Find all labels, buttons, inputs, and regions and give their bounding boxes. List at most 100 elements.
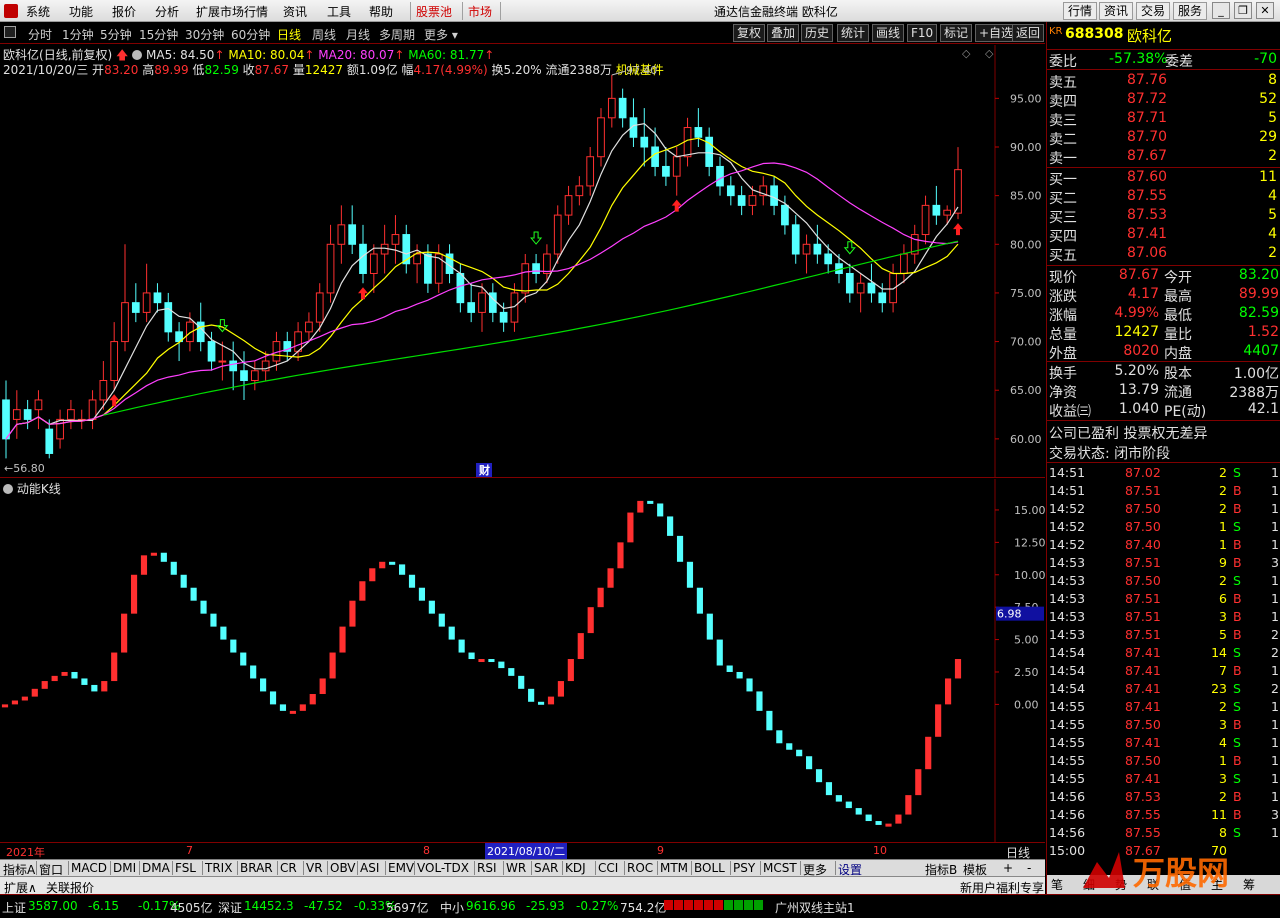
- overlay-button[interactable]: 叠加: [767, 24, 800, 42]
- quote-tab-2[interactable]: 势: [1115, 876, 1127, 893]
- indicator-tab-wr[interactable]: WR: [506, 861, 526, 875]
- trade-button[interactable]: 交易: [1136, 2, 1171, 20]
- indicator-tab-boll[interactable]: BOLL: [694, 861, 725, 875]
- menu-info[interactable]: 资讯: [283, 3, 307, 20]
- ask-level[interactable]: 卖一 87.67 2: [1047, 147, 1280, 167]
- market-button[interactable]: 行情: [1063, 2, 1098, 20]
- index-name: 上证: [2, 901, 27, 915]
- bid-level[interactable]: 买二 87.55 4: [1047, 187, 1280, 207]
- close-icon[interactable]: ✕: [1256, 2, 1274, 19]
- indicator-tab-right-2[interactable]: +: [1003, 861, 1013, 875]
- index-value: 9616.96: [466, 899, 516, 913]
- quote-tab-5[interactable]: 主: [1211, 876, 1223, 893]
- indicator-tab-obv[interactable]: OBV: [330, 861, 356, 875]
- bid-level[interactable]: 买三 87.53 5: [1047, 206, 1280, 226]
- menu-market[interactable]: 市场: [468, 3, 492, 20]
- momentum-bar: [667, 516, 674, 536]
- period-1min[interactable]: 1分钟: [62, 26, 94, 43]
- main-kline-chart[interactable]: 欧科亿(日线,前复权) 🡅 MA5: 84.50↑ MA10: 80.04↑ M…: [0, 45, 1045, 478]
- level-label: 买四: [1049, 229, 1077, 245]
- period-30min[interactable]: 30分钟: [185, 26, 224, 43]
- minimize-icon[interactable]: _: [1212, 2, 1230, 19]
- tick-side: S: [1233, 699, 1241, 714]
- period-multi[interactable]: 多周期: [379, 26, 415, 43]
- period-weekly[interactable]: 周线: [312, 26, 336, 43]
- menu-quote[interactable]: 报价: [112, 3, 136, 20]
- stat-label: 涨幅: [1049, 308, 1077, 324]
- mark-button[interactable]: 标记: [940, 24, 973, 42]
- quote-tab-0[interactable]: 笔: [1051, 876, 1063, 893]
- tick-side: B: [1233, 663, 1242, 678]
- back-button[interactable]: 返回: [1012, 24, 1045, 42]
- ask-level[interactable]: 卖五 87.76 8: [1047, 71, 1280, 91]
- bid-level[interactable]: 买五 87.06 2: [1047, 244, 1280, 264]
- period-daily[interactable]: 日线: [277, 26, 301, 43]
- service-button[interactable]: 服务: [1173, 2, 1208, 20]
- indicator-tab-asi[interactable]: ASI: [360, 861, 379, 875]
- index-amount: 754.2亿: [620, 901, 667, 915]
- indicator-tab-vr[interactable]: VR: [306, 861, 323, 875]
- bid-level[interactable]: 买一 87.60 11: [1047, 168, 1280, 188]
- quote-tab-3[interactable]: 联: [1147, 876, 1159, 893]
- history-button[interactable]: 历史: [801, 24, 834, 42]
- quote-tab-6[interactable]: 筹: [1243, 876, 1255, 893]
- indicator-tab-kdj[interactable]: KDJ: [565, 861, 586, 875]
- add-watchlist-button[interactable]: +自选: [975, 24, 1018, 42]
- period-15min[interactable]: 15分钟: [139, 26, 178, 43]
- indicator-tab-macd[interactable]: MACD: [71, 861, 107, 875]
- indicator-tab-cr[interactable]: CR: [280, 861, 297, 875]
- period-monthly[interactable]: 月线: [346, 26, 370, 43]
- momentum-kline-panel[interactable]: 动能K线 0.002.505.007.5010.0012.5015.006.98: [0, 479, 1045, 842]
- menu-function[interactable]: 功能: [69, 3, 93, 20]
- adjust-button[interactable]: 复权: [733, 24, 766, 42]
- indicator-tab-mcst[interactable]: MCST: [763, 861, 797, 875]
- news-button[interactable]: 资讯: [1099, 2, 1134, 20]
- quote-tab-1[interactable]: 细: [1083, 876, 1095, 893]
- tick-side: B: [1233, 483, 1242, 498]
- ask-level[interactable]: 卖三 87.71 5: [1047, 109, 1280, 129]
- indicator-tab-roc[interactable]: ROC: [627, 861, 653, 875]
- menu-ext-market[interactable]: 扩展市场行情: [196, 3, 268, 20]
- indicator-tab-dma[interactable]: DMA: [142, 861, 170, 875]
- finance-event-icon[interactable]: 财: [478, 463, 490, 477]
- ask-level[interactable]: 卖二 87.70 29: [1047, 128, 1280, 148]
- stats-button[interactable]: 统计: [837, 24, 870, 42]
- server-name[interactable]: 广州双线主站1: [775, 899, 855, 916]
- indicator-tab-mtm[interactable]: MTM: [660, 861, 688, 875]
- indicator-tab-fsl[interactable]: FSL: [175, 861, 196, 875]
- indicator-tab-rsi[interactable]: RSI: [477, 861, 497, 875]
- period-5min[interactable]: 5分钟: [100, 26, 132, 43]
- f10-button[interactable]: F10: [907, 24, 938, 42]
- tick-side: B: [1233, 753, 1242, 768]
- indicator-tab-vol-tdx[interactable]: VOL-TDX: [417, 861, 469, 875]
- ask-level[interactable]: 卖四 87.72 52: [1047, 90, 1280, 110]
- momentum-bar: [895, 814, 902, 824]
- period-more[interactable]: 更多 ▾: [424, 26, 458, 43]
- momentum-bar: [696, 587, 703, 614]
- indicator-tab-psy[interactable]: PSY: [733, 861, 755, 875]
- momentum-bar: [537, 701, 545, 705]
- menu-analysis[interactable]: 分析: [155, 3, 179, 20]
- draw-button[interactable]: 画线: [872, 24, 905, 42]
- period-60min[interactable]: 60分钟: [231, 26, 270, 43]
- quote-tab-4[interactable]: 值: [1179, 876, 1191, 893]
- bid-level[interactable]: 买四 87.41 4: [1047, 225, 1280, 245]
- indicator-tab-dmi[interactable]: DMI: [113, 861, 136, 875]
- price-tick-label: 80.00: [1010, 238, 1042, 251]
- period-timeshare[interactable]: 分时: [28, 26, 52, 43]
- indicator-tab-cci[interactable]: CCI: [598, 861, 618, 875]
- restore-icon[interactable]: ❐: [1234, 2, 1252, 19]
- menu-system[interactable]: 系统: [26, 3, 50, 20]
- indicator-tab-brar[interactable]: BRAR: [240, 861, 273, 875]
- level-price: 87.67: [1127, 148, 1168, 164]
- menu-help[interactable]: 帮助: [369, 3, 393, 20]
- menu-stock-pool[interactable]: 股票池: [416, 3, 452, 20]
- indicator-tab-sar[interactable]: SAR: [534, 861, 558, 875]
- indicator-tab-trix[interactable]: TRIX: [205, 861, 232, 875]
- tick-time: 14:54: [1049, 681, 1086, 696]
- tick-list[interactable]: 14:51 87.02 2 S 1 14:51 87.51 2 B 1 14:52 87.50 2 B 1 1…: [1047, 464, 1280, 868]
- indicator-tab-right-3[interactable]: -: [1027, 861, 1031, 875]
- panel-toggle-icon[interactable]: [4, 26, 16, 38]
- menu-tools[interactable]: 工具: [327, 3, 351, 20]
- indicator-tab-emv[interactable]: EMV: [388, 861, 414, 875]
